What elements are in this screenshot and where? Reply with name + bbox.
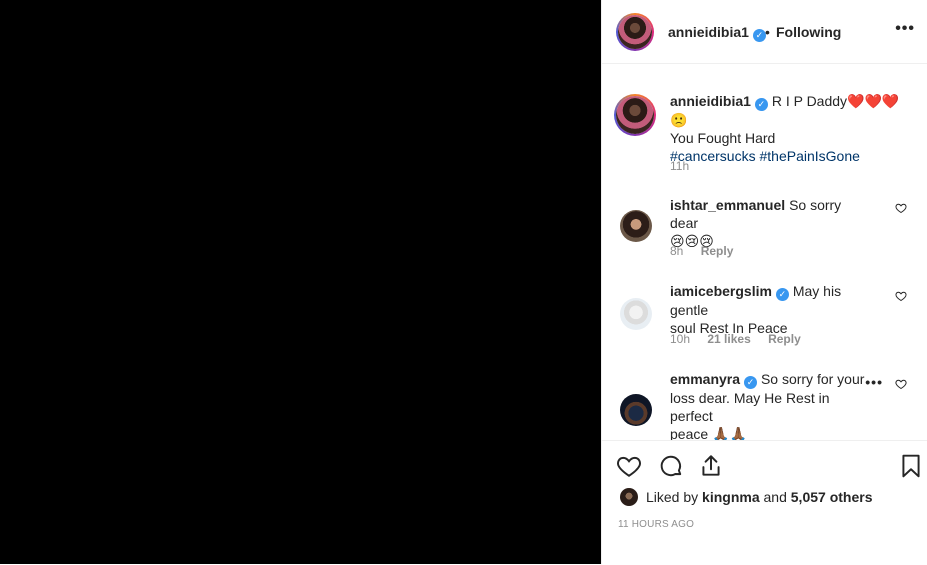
bookmark-icon[interactable] <box>898 453 924 479</box>
commenter-avatar[interactable] <box>620 210 652 242</box>
comment-item: ishtar_emmanuel So sorry dear 😢😢😢 8h Rep… <box>602 184 927 272</box>
verified-icon: ✓ <box>754 98 768 111</box>
comment-username[interactable]: iamicebergslim <box>670 283 772 299</box>
comment-time[interactable]: 8h <box>670 244 683 258</box>
author-avatar[interactable] <box>616 13 654 51</box>
more-icon[interactable]: ••• <box>895 20 915 38</box>
post-details-panel: annieidibia1 ✓ • Following ••• annieidibi… <box>601 0 927 564</box>
liked-by-label: Liked by <box>646 489 699 505</box>
post-caption: annieidibia1 ✓ R I P Daddy❤️❤️❤️🙁 You Fou… <box>602 64 927 184</box>
like-comment-heart-icon[interactable] <box>895 378 907 390</box>
comment-meta: 10h 21 likes Reply <box>670 332 815 346</box>
liked-and-label: and <box>763 489 787 505</box>
hashtag-link[interactable]: #thePainIsGone <box>759 148 859 164</box>
liker-avatar[interactable] <box>620 488 638 506</box>
heart-icon[interactable] <box>616 453 642 479</box>
post-footer: Liked by kingnma and 5,057 others 11 HOU… <box>602 440 927 565</box>
comments-list[interactable]: annieidibia1 ✓ R I P Daddy❤️❤️❤️🙁 You Fou… <box>602 64 927 440</box>
like-comment-heart-icon[interactable] <box>895 290 907 302</box>
liker-username[interactable]: kingnma <box>702 489 760 505</box>
author-username[interactable]: annieidibia1 <box>668 24 749 40</box>
comment-body-3: peace 🙏🏾🙏🏾 <box>670 426 747 440</box>
separator-dot: • <box>765 24 770 40</box>
comment-time[interactable]: 10h <box>670 332 690 346</box>
verified-icon: ✓ <box>752 29 766 42</box>
comment-icon[interactable] <box>658 453 684 479</box>
likes-count[interactable]: 5,057 others <box>791 489 873 505</box>
caption-line-2: You Fought Hard <box>670 130 776 146</box>
caption-time[interactable]: 11h <box>670 159 689 173</box>
comment-item: emmanyra ✓ So sorry for your loss dear. M… <box>602 360 927 440</box>
verified-icon: ✓ <box>744 376 758 389</box>
following-button[interactable]: Following <box>776 24 841 40</box>
comment-text: ishtar_emmanuel So sorry dear 😢😢😢 <box>670 196 870 250</box>
reply-button[interactable]: Reply <box>768 332 801 346</box>
comment-username[interactable]: ishtar_emmanuel <box>670 197 785 213</box>
caption-meta: 11h <box>670 159 703 173</box>
comment-item: iamicebergslim ✓ May his gentle soul Rest… <box>602 272 927 360</box>
post-header: annieidibia1 ✓ • Following ••• <box>602 0 927 64</box>
commenter-avatar[interactable] <box>620 394 652 426</box>
comment-text: emmanyra ✓ So sorry for your loss dear. M… <box>670 370 870 440</box>
share-icon[interactable] <box>698 453 724 479</box>
comment-likes[interactable]: 21 likes <box>707 332 750 346</box>
post-media[interactable] <box>0 0 601 564</box>
caption-username[interactable]: annieidibia1 <box>670 93 751 109</box>
caption-text: annieidibia1 ✓ R I P Daddy❤️❤️❤️🙁 You Fou… <box>670 92 910 165</box>
comment-username[interactable]: emmanyra <box>670 371 740 387</box>
comment-meta: 8h Reply <box>670 244 747 258</box>
comment-body: So sorry for your <box>760 371 865 387</box>
verified-icon: ✓ <box>775 288 789 301</box>
post-timestamp[interactable]: 11 HOURS AGO <box>618 519 694 530</box>
reply-button[interactable]: Reply <box>701 244 734 258</box>
comment-more-icon[interactable]: ••• <box>865 374 883 390</box>
commenter-avatar[interactable] <box>620 298 652 330</box>
comment-body-2: loss dear. May He Rest in perfect <box>670 390 830 424</box>
like-comment-heart-icon[interactable] <box>895 202 907 214</box>
comment-text: iamicebergslim ✓ May his gentle soul Rest… <box>670 282 870 337</box>
caption-avatar[interactable] <box>614 94 656 136</box>
